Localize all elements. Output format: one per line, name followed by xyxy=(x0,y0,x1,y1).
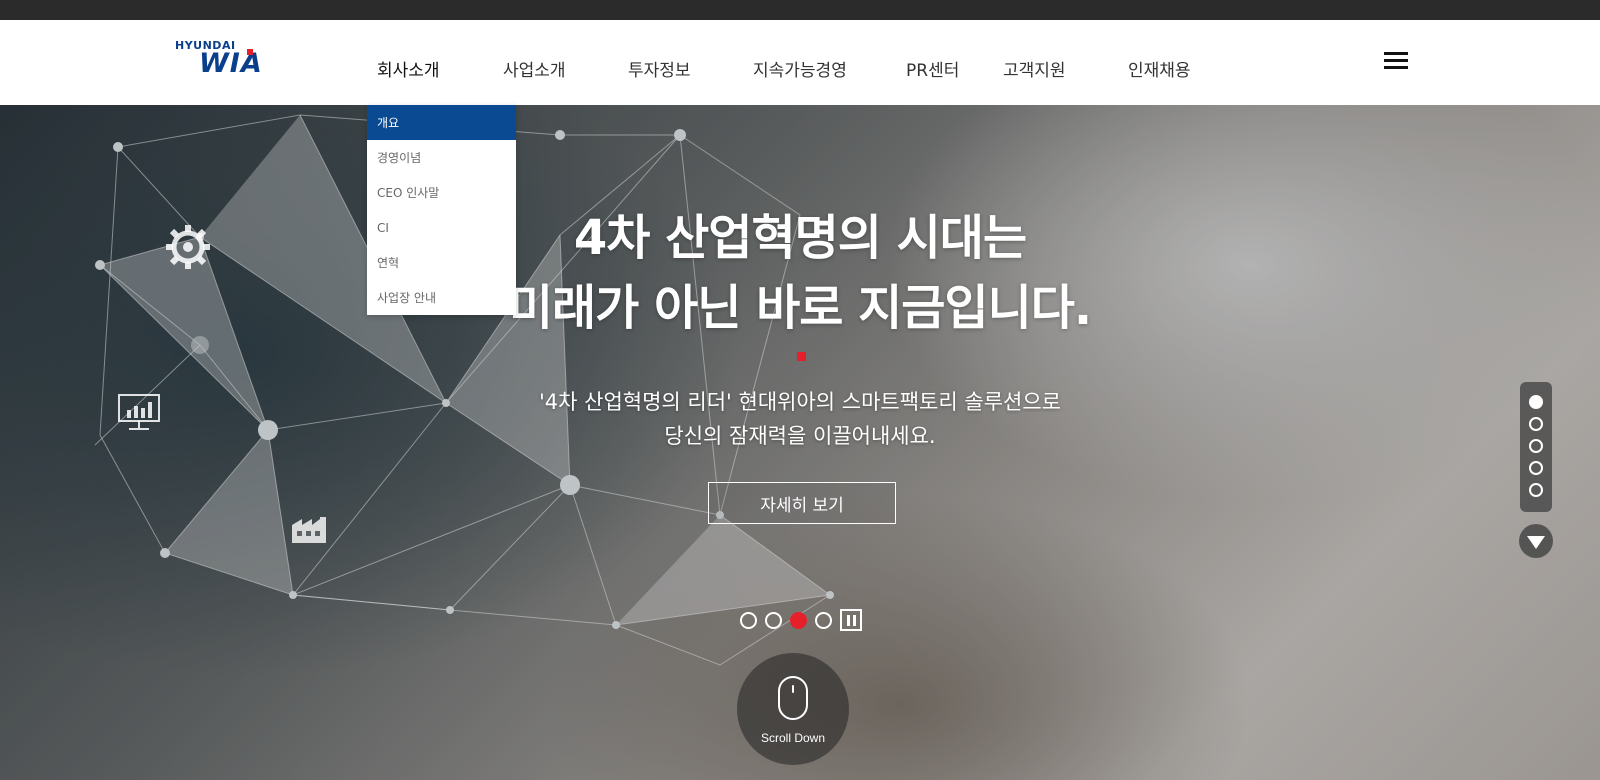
submenu-item-ceo-greeting[interactable]: CEO 인사말 xyxy=(367,175,516,210)
nav-item-sustainability[interactable]: 지속가능경영 xyxy=(753,56,847,81)
pause-icon[interactable] xyxy=(840,609,862,631)
more-button[interactable]: 자세히 보기 xyxy=(708,482,896,524)
section-navigation xyxy=(1520,382,1552,512)
hyundai-wia-logo[interactable]: HYUNDAI WIA xyxy=(175,39,285,81)
nav-item-company[interactable]: 회사소개 xyxy=(377,56,440,81)
logo-text-big: WIA xyxy=(199,48,263,79)
submenu-item-ci[interactable]: CI xyxy=(367,210,516,245)
hero-title-line2: 미래가 아닌 바로 지금입니다. xyxy=(508,280,1092,336)
slide-dot-2[interactable] xyxy=(765,611,782,629)
mouse-icon xyxy=(778,676,808,720)
hero-subtitle-line1: '4차 산업혁명의 리더' 현대위아의 스마트팩토리 솔루션으로 xyxy=(539,390,1061,414)
section-dot-1[interactable] xyxy=(1529,395,1543,409)
slide-dot-1[interactable] xyxy=(740,611,757,629)
slide-dot-3[interactable] xyxy=(790,611,807,629)
hero-title-line1: 4차 산업혁명의 시대는 xyxy=(573,210,1027,266)
hero-banner: 4차 산업혁명의 시대는 미래가 아닌 바로 지금입니다. '4차 산업혁명의 … xyxy=(0,105,1600,780)
section-dot-2[interactable] xyxy=(1529,417,1543,431)
company-submenu: 개요 경영이념 CEO 인사말 CI 연혁 사업장 안내 xyxy=(367,105,516,315)
logo-red-dot xyxy=(247,49,253,55)
factory-icon xyxy=(292,517,326,543)
nav-item-investment[interactable]: 투자정보 xyxy=(628,56,691,81)
submenu-item-history[interactable]: 연혁 xyxy=(367,245,516,280)
submenu-item-locations[interactable]: 사업장 안내 xyxy=(367,280,516,315)
section-dot-4[interactable] xyxy=(1529,461,1543,475)
nav-item-customer-support[interactable]: 고객지원 xyxy=(1003,56,1066,81)
site-header: HYUNDAI WIA 회사소개 사업소개 투자정보 지속가능경영 PR센터 고… xyxy=(0,20,1600,105)
scroll-down-label: Scroll Down xyxy=(760,731,826,745)
section-dot-5[interactable] xyxy=(1529,483,1543,497)
scroll-down-button[interactable]: Scroll Down xyxy=(737,653,849,765)
top-bar xyxy=(0,0,1600,20)
nav-item-recruitment[interactable]: 인재채용 xyxy=(1128,56,1191,81)
slide-pagination xyxy=(740,609,862,631)
section-dot-3[interactable] xyxy=(1529,439,1543,453)
accent-square xyxy=(797,352,806,361)
arrow-down-icon[interactable] xyxy=(1519,524,1553,558)
slide-dot-4[interactable] xyxy=(815,611,832,629)
nav-item-pr-center[interactable]: PR센터 xyxy=(906,56,959,81)
hamburger-icon[interactable] xyxy=(1384,52,1408,70)
submenu-item-philosophy[interactable]: 경영이념 xyxy=(367,140,516,175)
hero-subtitle-line2: 당신의 잠재력을 이끌어내세요. xyxy=(664,424,936,448)
nav-item-business[interactable]: 사업소개 xyxy=(503,56,566,81)
submenu-item-overview[interactable]: 개요 xyxy=(367,105,516,140)
